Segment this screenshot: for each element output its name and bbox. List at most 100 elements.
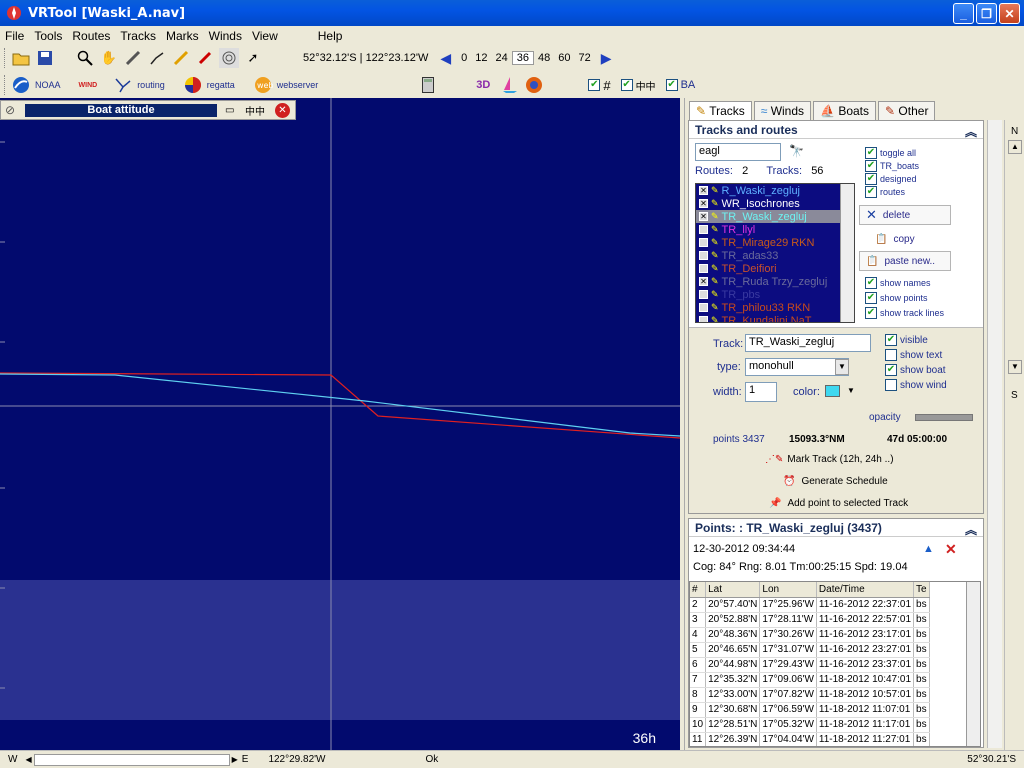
menu-tracks[interactable]: Tracks [115, 29, 161, 43]
track-list-item[interactable]: ✎ TR_Kundalini NaT [696, 314, 854, 322]
track-list-item[interactable]: ✎ TR_llyl [696, 223, 854, 236]
grid-column-header[interactable]: Lon [759, 582, 817, 598]
scroll-right-icon[interactable]: ▶ [232, 755, 238, 764]
menu-view[interactable]: View [247, 29, 283, 43]
attitude-minimize-icon[interactable]: ▭ [225, 105, 234, 116]
no-entry-icon[interactable]: ⊘ [5, 103, 15, 117]
hour-24[interactable]: 24 [492, 52, 512, 64]
table-row[interactable]: 9 12°30.68'N 17°06.59'W 11-18-2012 11:07:01… [690, 702, 930, 718]
right-panel-scrollbar[interactable] [987, 120, 1002, 748]
grid-scrollbar[interactable] [966, 582, 980, 746]
minimize-button[interactable]: _ [953, 3, 974, 24]
hour-60[interactable]: 60 [554, 52, 574, 64]
width-spinner[interactable]: 1 [745, 382, 777, 402]
copy-button[interactable]: 📋 copy [859, 229, 951, 249]
track-checkbox[interactable] [699, 251, 708, 260]
table-row[interactable]: 8 12°33.00'N 17°07.82'W 11-18-2012 10:57:01… [690, 687, 930, 703]
scroll-left-icon[interactable]: ◀ [25, 755, 31, 764]
save-icon[interactable] [35, 48, 55, 68]
attitude-close-icon[interactable]: ✕ [275, 102, 290, 118]
nav-up-arrow-icon[interactable]: ▲ [1008, 140, 1022, 154]
toggle-designed-row[interactable]: ✔ designed [865, 173, 917, 185]
track-checkbox[interactable]: ✕ [699, 199, 708, 208]
close-button[interactable]: ✕ [999, 3, 1020, 24]
track-checkbox[interactable]: ✕ [699, 277, 708, 286]
menu-marks[interactable]: Marks [161, 29, 204, 43]
regatta-icon[interactable] [183, 75, 203, 95]
grid-column-header[interactable]: Lat [705, 582, 761, 598]
hour-0[interactable]: 0 [457, 52, 471, 64]
table-row[interactable]: 11 12°26.39'N 17°04.04'W 11-18-2012 11:27:0… [690, 732, 930, 746]
pan-hand-icon[interactable]: ✋ [99, 48, 119, 68]
delete-button[interactable]: ✕ delete [859, 205, 951, 225]
table-row[interactable]: 3 20°52.88'N 17°28.11'W 11-16-2012 22:57:01… [690, 612, 930, 628]
menu-winds[interactable]: Winds [204, 29, 247, 43]
toggle-all-row[interactable]: ✔ toggle all [865, 147, 916, 159]
track-checkbox[interactable]: ✕ [699, 186, 708, 195]
tab-other[interactable]: ✎ Other [878, 101, 936, 120]
regatta-label[interactable]: regatta [207, 80, 235, 90]
webserver-label[interactable]: webserver [277, 80, 319, 90]
add-point-button[interactable]: 📌 Add point to selected Track [769, 498, 908, 509]
table-row[interactable]: 10 12°28.51'N 17°05.32'W 11-18-2012 11:17:0… [690, 717, 930, 733]
grid-checkbox[interactable]: ✔ [588, 79, 601, 91]
table-row[interactable]: 5 20°46.65'N 17°31.07'W 11-16-2012 23:27:01… [690, 642, 930, 658]
show-names-row[interactable]: ✔ show names [865, 277, 931, 289]
color-dropdown-icon[interactable]: ▼ [847, 386, 855, 395]
3d-button[interactable]: 3D [476, 79, 490, 91]
open-folder-icon[interactable] [11, 48, 31, 68]
track-list-item[interactable]: ✎ TR_Deifiori [696, 262, 854, 275]
track-checkbox[interactable] [699, 316, 708, 322]
hour-48[interactable]: 48 [534, 52, 554, 64]
menu-tools[interactable]: Tools [29, 29, 67, 43]
boats-checkbox[interactable]: ✔ [620, 79, 633, 91]
track-checkbox[interactable]: ✕ [699, 212, 708, 221]
toggle-tr-boats-row[interactable]: ✔ TR_boats [865, 160, 919, 172]
tab-boats[interactable]: ⛵ Boats [813, 101, 877, 120]
points-grid[interactable]: # Lat Lon Date/Time Te 2 20°57.40'N 17°25.96'W… [689, 581, 981, 747]
menu-routes[interactable]: Routes [67, 29, 115, 43]
show-text-row[interactable]: show text [885, 349, 942, 361]
measure-icon[interactable] [123, 48, 143, 68]
boat-attitude-bar[interactable]: ⊘ Boat attitude ▭ 中中 ✕ [0, 100, 296, 120]
visible-row[interactable]: ✔ visible [885, 334, 928, 346]
horizontal-scrollbar[interactable] [33, 753, 230, 766]
color-swatch[interactable] [825, 385, 840, 397]
show-track-lines-row[interactable]: ✔ show track lines [865, 307, 944, 319]
type-dropdown-icon[interactable]: ▼ [835, 359, 849, 375]
table-row[interactable]: 6 20°44.98'N 17°29.43'W 11-16-2012 23:37:01… [690, 657, 930, 673]
wind-icon[interactable]: WIND [79, 82, 98, 89]
brush-icon[interactable] [195, 48, 215, 68]
track-checkbox[interactable] [699, 290, 708, 299]
up-arrow-icon[interactable]: ▲ [923, 543, 934, 555]
track-checkbox[interactable] [699, 303, 708, 312]
collapse-chevron-icon[interactable]: ︽ [965, 123, 977, 139]
track-list-item[interactable]: ✎ TR_Mirage29 RKN [696, 236, 854, 249]
type-select[interactable]: monohull [745, 358, 849, 376]
track-list-item[interactable]: ✎ TR_philou33 RKN [696, 301, 854, 314]
nav-down-arrow-icon[interactable]: ▼ [1008, 360, 1022, 374]
grid-column-header[interactable]: Te [913, 582, 930, 598]
show-boat-row[interactable]: ✔ show boat [885, 364, 946, 376]
show-points-row[interactable]: ✔ show points [865, 292, 928, 304]
track-list-item[interactable]: ✎ TR_adas33 [696, 249, 854, 262]
track-list-item[interactable]: ✎ TR_pbs [696, 288, 854, 301]
boat-sail-icon[interactable] [500, 75, 520, 95]
hour-forward-arrow-icon[interactable]: ▶ [595, 50, 618, 67]
menu-file[interactable]: File [0, 29, 29, 43]
generate-schedule-button[interactable]: ⏰ Generate Schedule [783, 476, 888, 487]
pointer-icon[interactable]: ➚ [243, 48, 263, 68]
noaa-icon[interactable] [11, 75, 31, 95]
toolbar-grip[interactable] [4, 48, 7, 68]
paste-new-button[interactable]: 📋 paste new.. [859, 251, 951, 271]
table-row[interactable]: 7 12°35.32'N 17°09.06'W 11-18-2012 10:47:01… [690, 672, 930, 688]
routing-icon[interactable] [113, 75, 133, 95]
attitude-layout-icon[interactable]: 中中 [245, 103, 265, 118]
map-canvas[interactable]: 36h [0, 98, 680, 750]
track-list-item[interactable]: ✕ ✎ TR_Ruda Trzy_zegluj [696, 275, 854, 288]
firefox-icon[interactable] [524, 75, 544, 95]
grid-column-header[interactable]: # [690, 582, 707, 598]
search-input[interactable]: eagl [695, 143, 781, 161]
track-list-item[interactable]: ✕ ✎ R_Waski_zegluj [696, 184, 854, 197]
tab-tracks[interactable]: ✎ Tracks [689, 101, 752, 120]
